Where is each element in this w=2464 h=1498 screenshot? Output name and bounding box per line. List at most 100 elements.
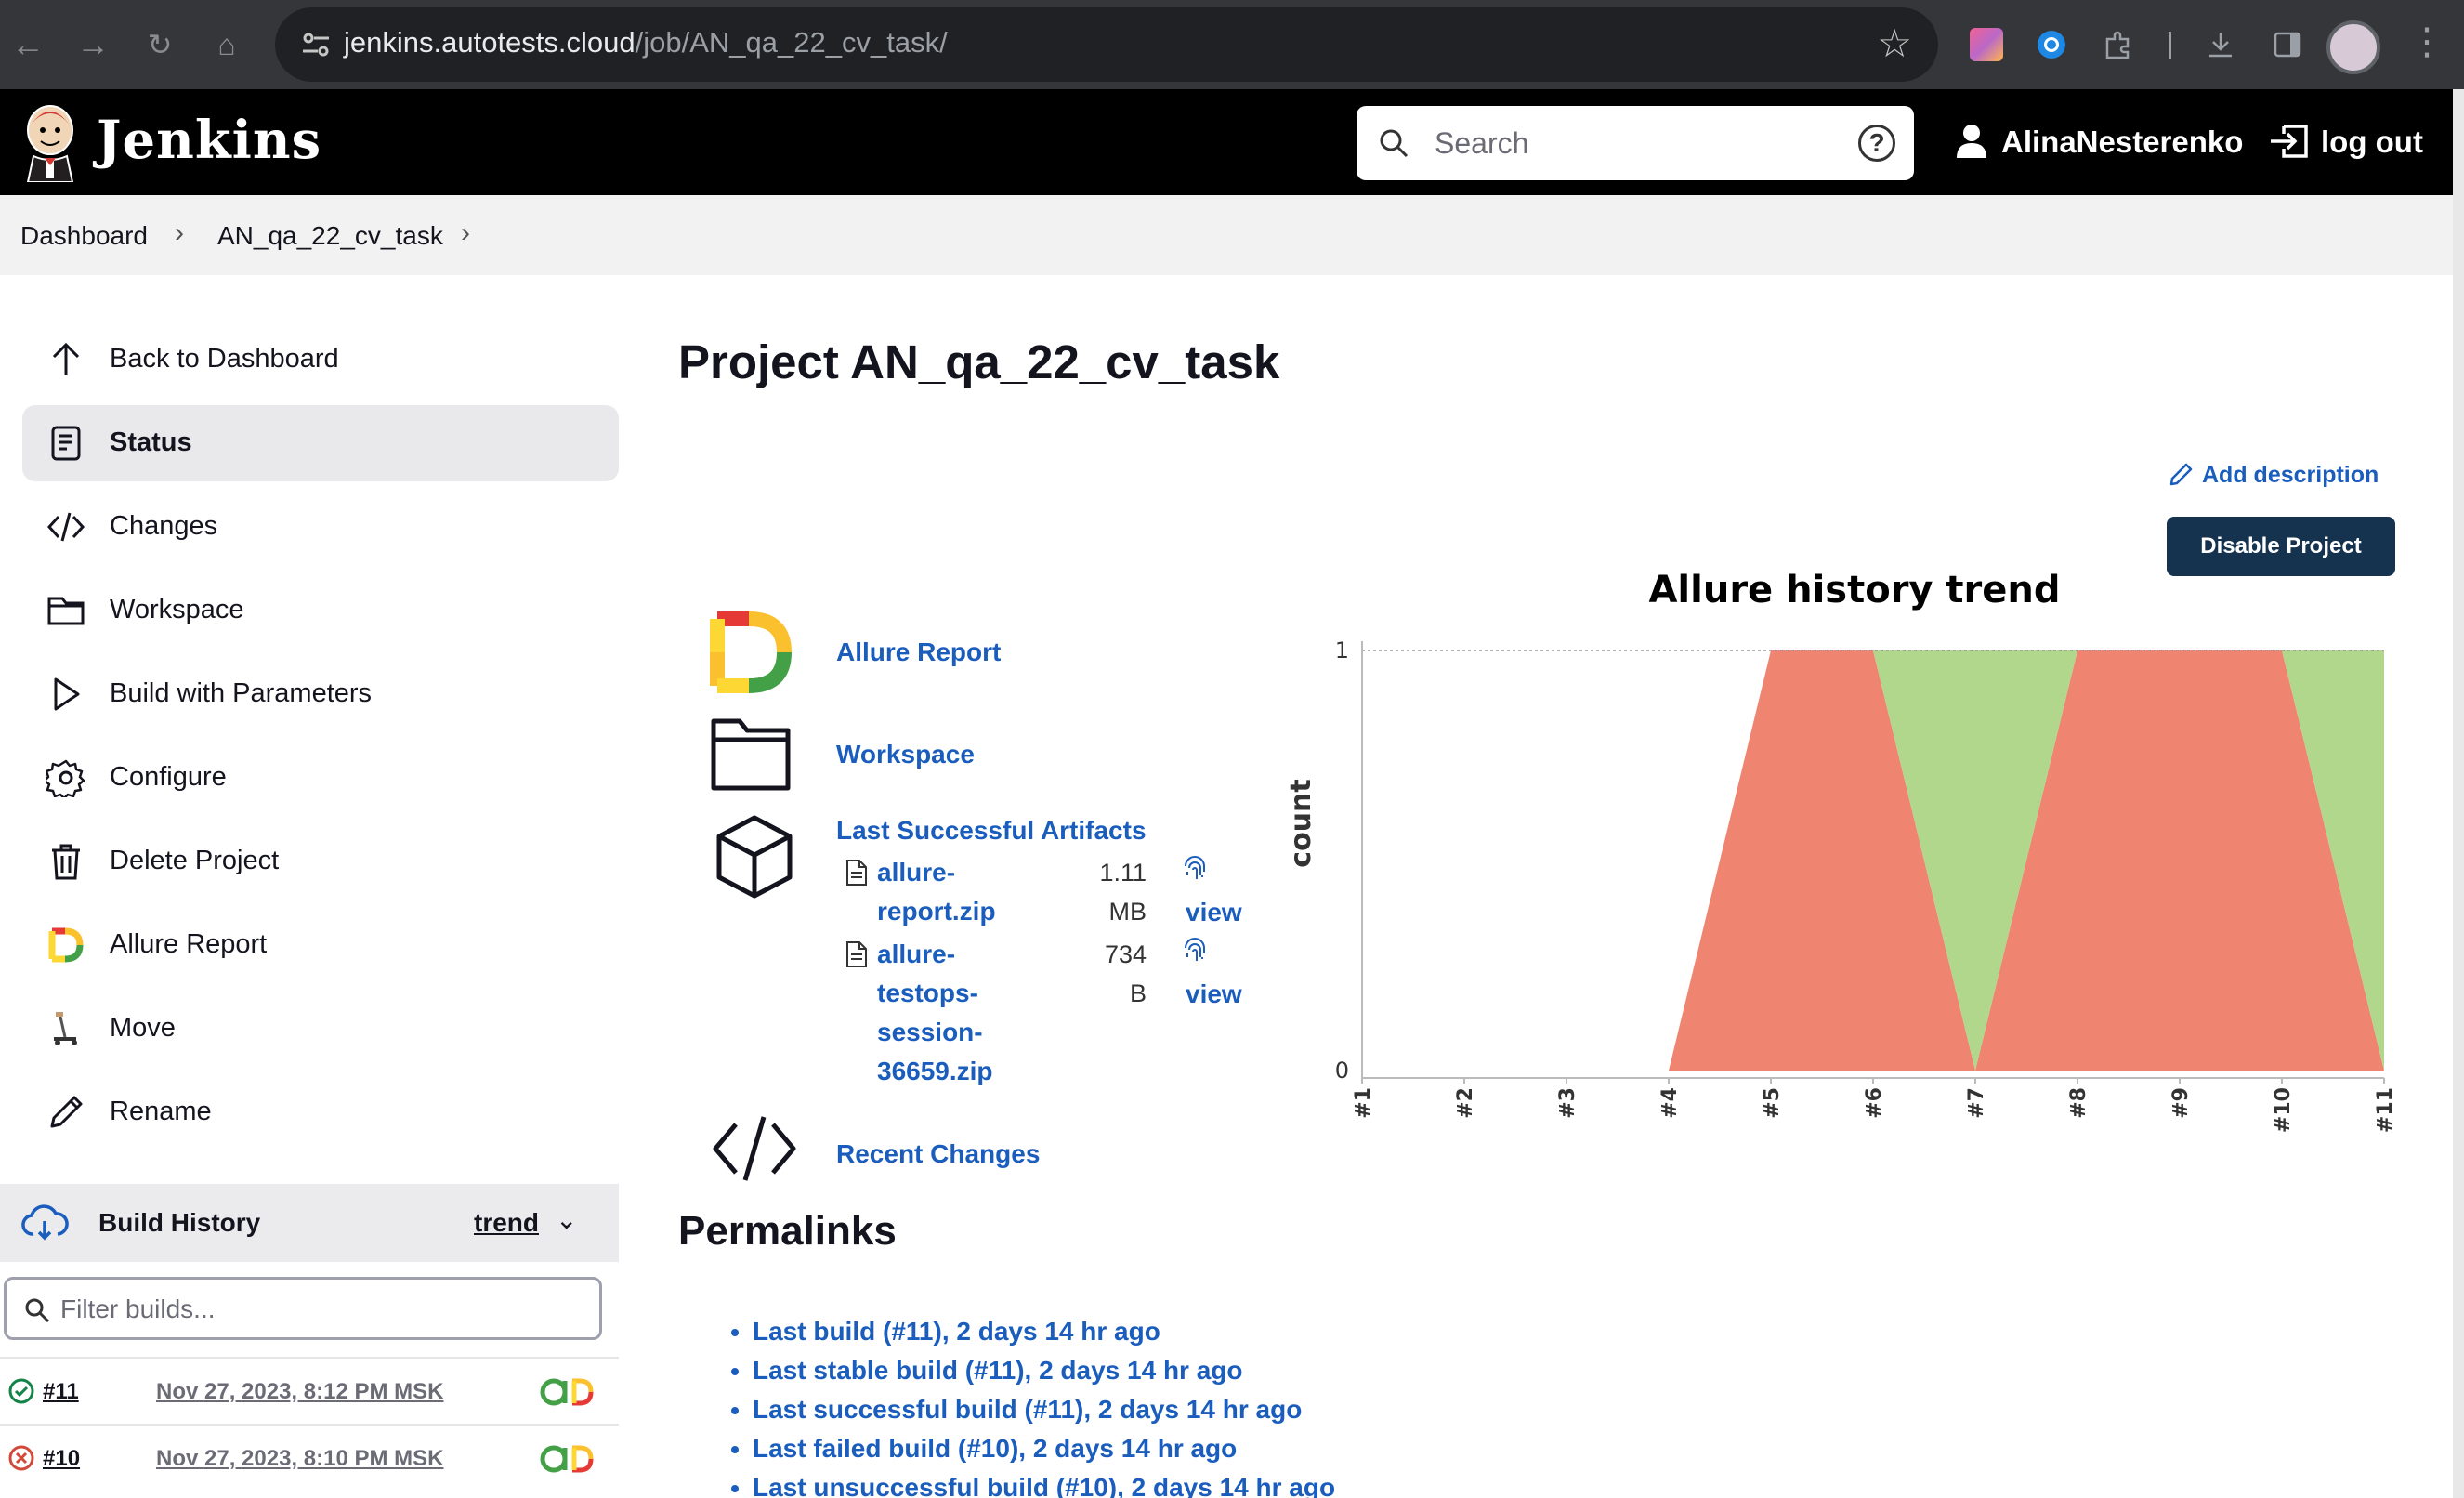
sidebar-item-changes[interactable]: Changes bbox=[22, 489, 619, 565]
search-icon bbox=[25, 1298, 50, 1323]
folder-icon[interactable] bbox=[706, 708, 795, 797]
artifact-name-line: testops- bbox=[877, 979, 978, 1007]
artifact-size-value: 1.11 bbox=[1099, 859, 1147, 887]
artifact-link[interactable]: allure- testops- session- 36659.zip bbox=[877, 935, 993, 1091]
download-icon[interactable] bbox=[2204, 28, 2237, 61]
logout-icon bbox=[2271, 125, 2308, 158]
chevron-down-icon[interactable]: ⌄ bbox=[556, 1204, 577, 1235]
build-row: #11 Nov 27, 2023, 8:12 PM MSK bbox=[0, 1357, 619, 1424]
url-text[interactable]: jenkins.autotests.cloud/job/AN_qa_22_cv_… bbox=[344, 26, 948, 59]
x-tick-label: #7 bbox=[1965, 1087, 1988, 1119]
address-bar[interactable]: jenkins.autotests.cloud/job/AN_qa_22_cv_… bbox=[275, 7, 1938, 82]
search-input[interactable] bbox=[1435, 123, 1825, 164]
home-icon[interactable]: ⌂ bbox=[206, 24, 247, 65]
build-number-link[interactable]: #10 bbox=[43, 1446, 80, 1472]
x-tick-label: #3 bbox=[1556, 1087, 1579, 1119]
permalink-item[interactable]: Last successful build (#11), 2 days 14 h… bbox=[753, 1390, 1335, 1429]
sidebar-item-back-to-dashboard[interactable]: Back to Dashboard bbox=[22, 322, 619, 398]
allure-icon[interactable] bbox=[706, 608, 795, 697]
add-description-link[interactable]: Add description bbox=[2169, 461, 2379, 489]
jenkins-logo-icon[interactable] bbox=[20, 102, 80, 182]
fingerprint-icon[interactable] bbox=[1182, 935, 1208, 966]
build-date-link[interactable]: Nov 27, 2023, 8:10 PM MSK bbox=[156, 1446, 443, 1472]
back-arrow-icon[interactable]: ← bbox=[7, 24, 48, 65]
logout-link[interactable]: log out bbox=[2269, 123, 2423, 160]
package-icon bbox=[716, 815, 793, 899]
chevron-right-icon[interactable]: › bbox=[461, 217, 470, 249]
user-link[interactable]: AlinaNesterenko bbox=[1955, 123, 2243, 160]
build-history-header: Build History trend ⌄ bbox=[0, 1184, 619, 1262]
filter-builds-box bbox=[4, 1277, 602, 1340]
x-tick-label: #1 bbox=[1352, 1087, 1375, 1119]
permalink-item[interactable]: Last stable build (#11), 2 days 14 hr ag… bbox=[753, 1351, 1335, 1390]
toolbar-divider bbox=[2169, 32, 2171, 59]
artifact-name-line: session- bbox=[877, 1018, 983, 1046]
extensions-puzzle-icon[interactable] bbox=[2102, 28, 2135, 61]
artifact-name-line: 36659.zip bbox=[877, 1057, 993, 1085]
forward-arrow-icon[interactable]: → bbox=[72, 24, 113, 65]
search-icon bbox=[1380, 129, 1409, 158]
build-number-link[interactable]: #11 bbox=[43, 1379, 79, 1405]
trash-icon bbox=[52, 844, 80, 880]
allure-report-link[interactable]: Allure Report bbox=[836, 637, 1001, 667]
sidebar-item-workspace[interactable]: Workspace bbox=[22, 572, 619, 649]
chevron-right-icon: › bbox=[175, 217, 184, 248]
code-icon[interactable] bbox=[710, 1104, 799, 1193]
add-description-label: Add description bbox=[2202, 462, 2379, 488]
allure-badge-icon[interactable] bbox=[539, 1375, 598, 1409]
sidebar-item-allure-report[interactable]: Allure Report bbox=[22, 907, 619, 983]
fingerprint-icon[interactable] bbox=[1182, 853, 1208, 885]
x-tick-label: #10 bbox=[2272, 1087, 2295, 1133]
trend-link[interactable]: trend bbox=[474, 1208, 539, 1238]
side-panel-icon[interactable] bbox=[2271, 28, 2304, 61]
extension-color-icon[interactable] bbox=[1970, 28, 2003, 61]
document-icon bbox=[51, 426, 81, 461]
file-icon bbox=[846, 860, 867, 886]
site-settings-icon[interactable] bbox=[299, 28, 333, 61]
sidebar-item-delete-project[interactable]: Delete Project bbox=[22, 823, 619, 900]
artifact-name-line: allure- bbox=[877, 858, 956, 887]
sidebar-item-status[interactable]: Status bbox=[22, 405, 619, 481]
x-tick-label: #11 bbox=[2374, 1087, 2397, 1133]
help-icon[interactable]: ? bbox=[1858, 125, 1895, 162]
sidebar-item-label: Status bbox=[110, 427, 192, 457]
recent-changes-link[interactable]: Recent Changes bbox=[836, 1139, 1040, 1169]
page-title: Project AN_qa_22_cv_task bbox=[678, 335, 1280, 388]
reload-icon[interactable]: ↻ bbox=[139, 24, 180, 65]
allure-icon bbox=[48, 927, 84, 963]
artifact-view-link[interactable]: view bbox=[1186, 898, 1242, 927]
sidebar-item-move[interactable]: Move bbox=[22, 991, 619, 1067]
breadcrumb-dashboard[interactable]: Dashboard bbox=[20, 221, 148, 251]
workspace-link[interactable]: Workspace bbox=[836, 740, 975, 769]
pencil-icon bbox=[2169, 463, 2193, 486]
user-name: AlinaNesterenko bbox=[2001, 125, 2244, 159]
x-tick-label: #6 bbox=[1863, 1087, 1886, 1119]
bookmark-star-icon[interactable]: ☆ bbox=[1877, 20, 1912, 66]
extension-sync-icon[interactable] bbox=[2035, 28, 2068, 61]
sidebar-item-build-with-parameters[interactable]: Build with Parameters bbox=[22, 656, 619, 732]
allure-badge-icon[interactable] bbox=[539, 1442, 598, 1476]
artifact-link[interactable]: allure- report.zip bbox=[877, 853, 996, 931]
artifact-view-link[interactable]: view bbox=[1186, 979, 1242, 1009]
sidebar-item-rename[interactable]: Rename bbox=[22, 1074, 619, 1150]
sidebar-item-configure[interactable]: Configure bbox=[22, 740, 619, 816]
permalink-item[interactable]: Last failed build (#10), 2 days 14 hr ag… bbox=[753, 1429, 1335, 1468]
permalink-item[interactable]: Last build (#11), 2 days 14 hr ago bbox=[753, 1312, 1335, 1351]
permalink-item[interactable]: Last unsuccessful build (#10), 2 days 14… bbox=[753, 1468, 1335, 1498]
allure-history-trend-chart[interactable]: Allure history trend count 0 1 #1 #2 #3 #4 #5 #6 #… bbox=[1282, 565, 2397, 1141]
jenkins-title[interactable]: Jenkins bbox=[97, 110, 321, 171]
browser-menu-icon[interactable]: ⋮ bbox=[2408, 20, 2445, 63]
cloud-icon bbox=[21, 1204, 69, 1241]
failure-x-icon bbox=[8, 1445, 34, 1471]
last-successful-artifacts-link[interactable]: Last Successful Artifacts bbox=[836, 816, 1147, 846]
url-path: /job/AN_qa_22_cv_task/ bbox=[635, 26, 948, 59]
profile-avatar[interactable] bbox=[2326, 20, 2380, 74]
breadcrumb-project[interactable]: AN_qa_22_cv_task bbox=[217, 221, 443, 251]
sidebar-item-label: Move bbox=[110, 1013, 176, 1043]
build-date-link[interactable]: Nov 27, 2023, 8:12 PM MSK bbox=[156, 1379, 443, 1405]
arrow-up-icon bbox=[52, 342, 80, 375]
filter-builds-input[interactable] bbox=[60, 1293, 581, 1326]
success-check-icon bbox=[8, 1378, 34, 1404]
page-edge bbox=[2453, 89, 2464, 1498]
artifact-size-unit: B bbox=[1129, 979, 1147, 1007]
